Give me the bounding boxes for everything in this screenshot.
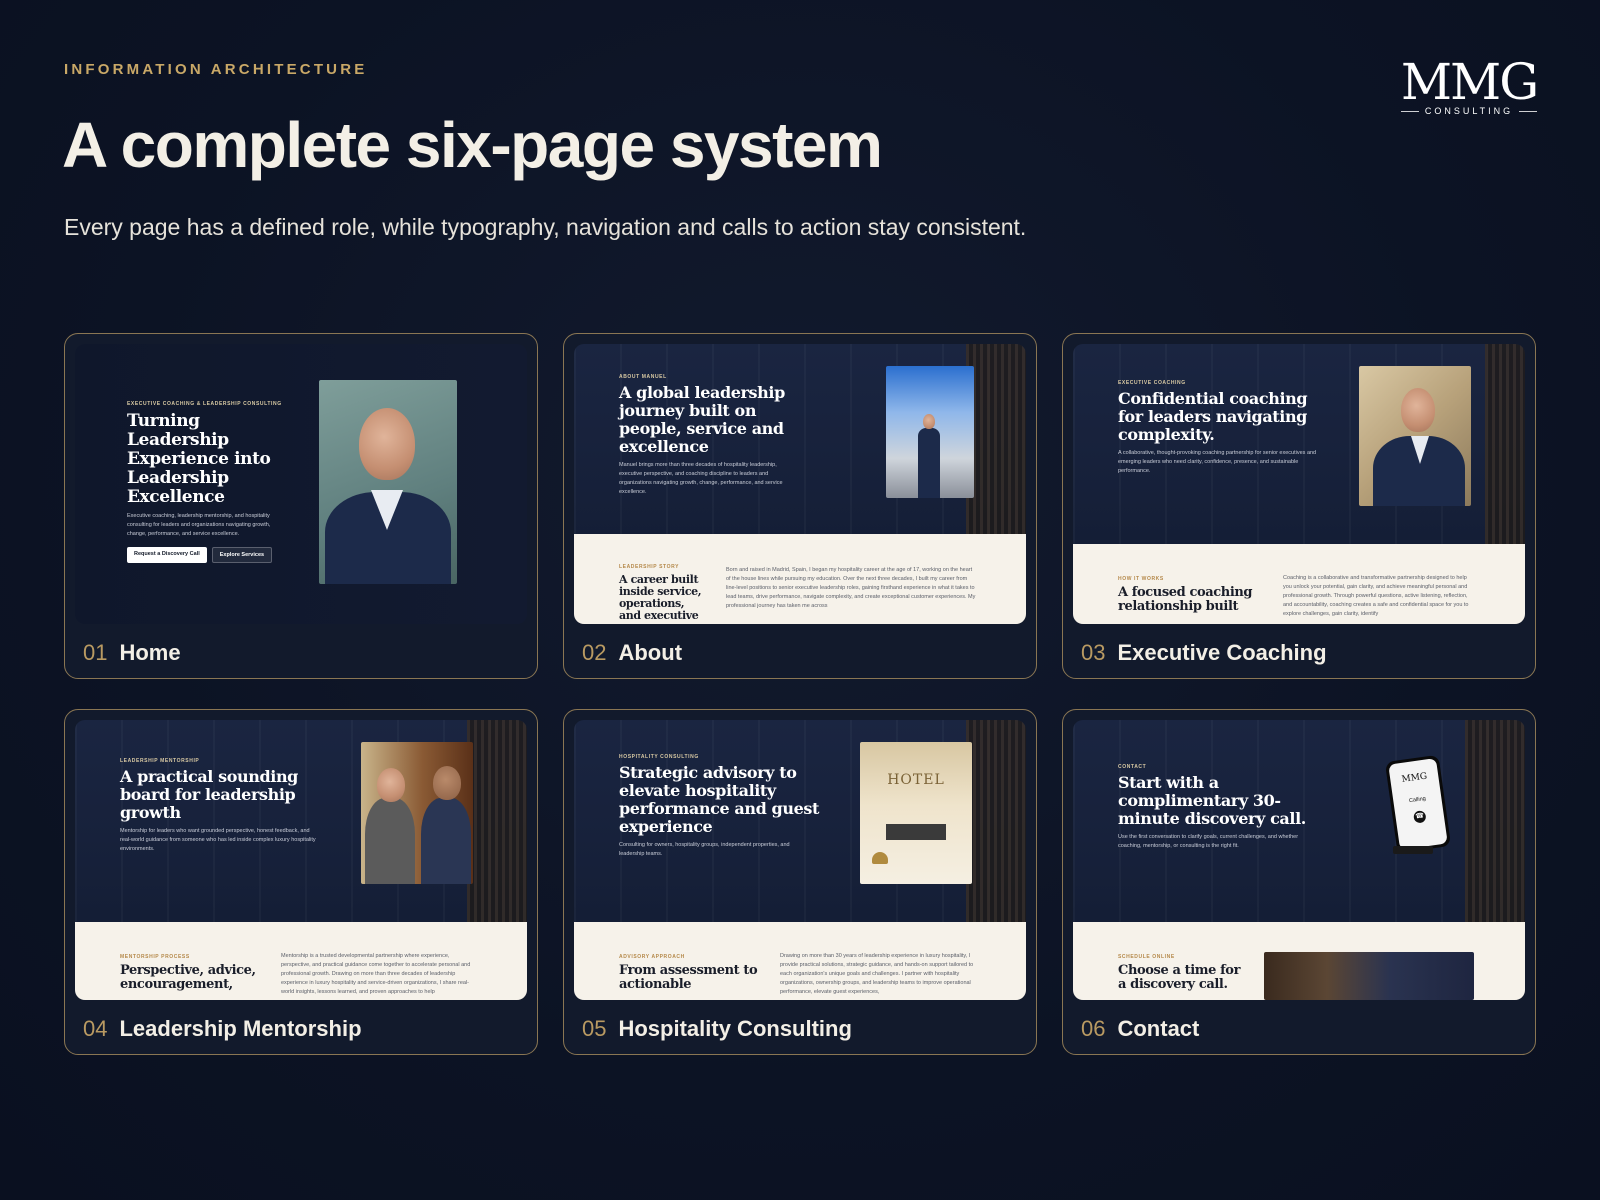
about-section-heading: A career built inside service, operation… — [619, 573, 702, 622]
coaching-heading: Confidential coaching for leaders naviga… — [1118, 389, 1308, 444]
consulting-eyebrow: HOSPITALITY CONSULTING — [619, 754, 699, 760]
card-label-about: 02 About — [582, 640, 682, 666]
coaching-preview: EXECUTIVE COACHING Confidential coaching… — [1073, 344, 1525, 624]
home-heading: Turning Leadership Experience into Leade… — [127, 411, 271, 507]
card-number: 03 — [1081, 640, 1106, 665]
contact-meeting-photo — [1264, 952, 1474, 1000]
page-card-about[interactable]: ABOUT MANUEL A global leadership journey… — [563, 333, 1037, 679]
card-title: Leadership Mentorship — [119, 1016, 362, 1041]
phone-logo: MMG — [1400, 771, 1428, 785]
home-hero-text: EXECUTIVE COACHING & LEADERSHIP CONSULTI… — [127, 401, 287, 563]
consulting-preview: HOSPITALITY CONSULTING Strategic advisor… — [574, 720, 1026, 1000]
coaching-eyebrow: EXECUTIVE COACHING — [1118, 380, 1186, 386]
consulting-hotel-photo: HOTEL — [860, 742, 972, 884]
about-eyebrow: ABOUT MANUEL — [619, 374, 667, 380]
card-title: About — [618, 640, 683, 665]
mentorship-process-section: MENTORSHIP PROCESS Perspective, advice, … — [75, 922, 527, 1000]
card-label-executive-coaching: 03 Executive Coaching — [1081, 640, 1327, 666]
card-label-contact: 06 Contact — [1081, 1016, 1199, 1042]
card-number: 05 — [582, 1016, 607, 1041]
coaching-section-heading: A focused coaching relationship built — [1118, 585, 1253, 614]
phone-stand — [1393, 846, 1433, 854]
card-number: 04 — [83, 1016, 108, 1041]
about-body: Manuel brings more than three decades of… — [619, 462, 783, 495]
phone-calling-label: Calling — [1408, 795, 1427, 805]
mentorship-body: Mentorship for leaders who want grounded… — [120, 828, 316, 852]
coaching-hero-text: EXECUTIVE COACHING Confidential coaching… — [1118, 380, 1318, 476]
coaching-section-eyebrow: HOW IT WORKS — [1118, 576, 1164, 582]
card-number: 02 — [582, 640, 607, 665]
home-portrait-photo — [319, 380, 457, 584]
about-preview: ABOUT MANUEL A global leadership journey… — [574, 344, 1026, 624]
card-number: 06 — [1081, 1016, 1106, 1041]
consulting-body: Consulting for owners, hospitality group… — [619, 842, 790, 857]
about-story-section: LEADERSHIP STORY A career built inside s… — [574, 534, 1026, 624]
about-hero-text: ABOUT MANUEL A global leadership journey… — [619, 374, 819, 497]
home-eyebrow: EXECUTIVE COACHING & LEADERSHIP CONSULTI… — [127, 401, 282, 407]
mentorship-section-eyebrow: MENTORSHIP PROCESS — [120, 954, 190, 960]
consulting-hero-text: HOSPITALITY CONSULTING Strategic advisor… — [619, 754, 819, 859]
page-card-contact[interactable]: CONTACT Start with a complimentary 30-mi… — [1062, 709, 1536, 1055]
card-title: Executive Coaching — [1117, 640, 1327, 665]
coaching-portrait-photo — [1359, 366, 1471, 506]
mentorship-eyebrow: LEADERSHIP MENTORSHIP — [120, 758, 200, 764]
mentorship-preview: LEADERSHIP MENTORSHIP A practical soundi… — [75, 720, 527, 1000]
card-label-leadership-mentorship: 04 Leadership Mentorship — [83, 1016, 362, 1042]
about-lobby-photo — [886, 366, 974, 498]
section-eyebrow: INFORMATION ARCHITECTURE — [64, 61, 368, 78]
home-preview: EXECUTIVE COACHING & LEADERSHIP CONSULTI… — [75, 344, 527, 624]
about-section-eyebrow: LEADERSHIP STORY — [619, 564, 680, 570]
page-card-hospitality-consulting[interactable]: HOSPITALITY CONSULTING Strategic advisor… — [563, 709, 1037, 1055]
logo-sub-text: CONSULTING — [1424, 106, 1514, 116]
consulting-section-eyebrow: ADVISORY APPROACH — [619, 954, 685, 960]
contact-hero-text: CONTACT Start with a complimentary 30-mi… — [1118, 764, 1318, 851]
contact-schedule-section: SCHEDULE ONLINE Choose a time for a disc… — [1073, 922, 1525, 1000]
contact-section-heading: Choose a time for a discovery call. — [1118, 963, 1241, 992]
contact-preview: CONTACT Start with a complimentary 30-mi… — [1073, 720, 1525, 1000]
card-number: 01 — [83, 640, 108, 665]
contact-body: Use the first conversation to clarify go… — [1118, 834, 1299, 849]
logo-rule-right — [1519, 110, 1538, 112]
coaching-body: A collaborative, thought-provoking coach… — [1118, 450, 1317, 474]
home-body: Executive coaching, leadership mentorshi… — [127, 513, 271, 537]
about-heading: A global leadership journey built on peo… — [619, 383, 785, 456]
mmg-logo: MMG CONSULTING — [1398, 54, 1540, 116]
page-subtitle: Every page has a defined role, while typ… — [64, 214, 1027, 240]
contact-section-eyebrow: SCHEDULE ONLINE — [1118, 954, 1175, 960]
contact-eyebrow: CONTACT — [1118, 764, 1147, 770]
explore-services-button[interactable]: Explore Services — [211, 547, 273, 563]
contact-heading: Start with a complimentary 30-minute dis… — [1118, 773, 1306, 828]
request-discovery-call-button[interactable]: Request a Discovery Call — [127, 547, 207, 563]
card-label-hospitality-consulting: 05 Hospitality Consulting — [582, 1016, 852, 1042]
page-title: A complete six-page system — [62, 109, 883, 181]
page-card-executive-coaching[interactable]: EXECUTIVE COACHING Confidential coaching… — [1062, 333, 1536, 679]
consulting-approach-section: ADVISORY APPROACH From assessment to act… — [574, 922, 1026, 1000]
about-section-body: Born and raised in Madrid, Spain, I bega… — [726, 567, 976, 609]
coaching-how-section: HOW IT WORKS A focused coaching relation… — [1073, 544, 1525, 624]
hotel-sign: HOTEL — [887, 772, 945, 788]
mentorship-heading: A practical sounding board for leadershi… — [120, 767, 298, 822]
coaching-section-body: Coaching is a collaborative and transfor… — [1283, 575, 1469, 617]
page-card-home[interactable]: EXECUTIVE COACHING & LEADERSHIP CONSULTI… — [64, 333, 538, 679]
card-label-home: 01 Home — [83, 640, 181, 666]
logo-mark: MMG — [1400, 53, 1539, 111]
card-title: Contact — [1117, 1016, 1200, 1041]
mentorship-section-body: Mentorship is a trusted developmental pa… — [281, 953, 471, 995]
mentorship-handshake-photo — [361, 742, 473, 884]
card-title: Home — [119, 640, 181, 665]
home-button-row: Request a Discovery Call Explore Service… — [127, 547, 287, 563]
card-title: Hospitality Consulting — [618, 1016, 852, 1041]
consulting-section-body: Drawing on more than 30 years of leaders… — [780, 953, 974, 995]
page-card-leadership-mentorship[interactable]: LEADERSHIP MENTORSHIP A practical soundi… — [64, 709, 538, 1055]
logo-rule-left — [1400, 110, 1419, 112]
mentorship-section-heading: Perspective, advice, encouragement, — [120, 963, 256, 992]
consulting-heading: Strategic advisory to elevate hospitalit… — [619, 763, 819, 836]
consulting-section-heading: From assessment to actionable — [619, 963, 758, 992]
mentorship-hero-text: LEADERSHIP MENTORSHIP A practical soundi… — [120, 758, 320, 854]
phone-call-icon: ☎ — [1413, 810, 1427, 824]
